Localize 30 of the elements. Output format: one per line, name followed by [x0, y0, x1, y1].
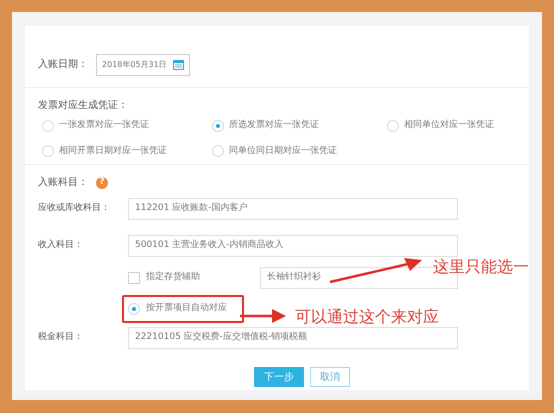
next-button[interactable]: 下一步 — [254, 367, 304, 387]
option-label: 相同单位对应一张凭证 — [404, 119, 494, 132]
date-field[interactable]: 2018年05月31日 — [96, 54, 190, 76]
field-label: 应收或库收科目： — [38, 202, 111, 216]
text-field[interactable]: 500101 主营业务收入-内销商品收入 — [128, 235, 458, 257]
annotation-text: 可以通过这个来对应 — [295, 306, 439, 328]
calendar-icon — [173, 59, 184, 70]
checkbox[interactable] — [128, 272, 140, 284]
option-label: 按开票项目自动对应 — [146, 302, 227, 316]
radio-button[interactable] — [42, 145, 54, 158]
date-value: 2018年05月31日 — [102, 58, 167, 70]
field-label: 入账科目： — [38, 176, 88, 190]
radio-button[interactable] — [42, 120, 54, 132]
field-label: 发票对应生成凭证： — [38, 98, 129, 113]
option-label: 一张发票对应一张凭证 — [59, 119, 149, 132]
option-label: 同单位同日期对应一张凭证 — [229, 144, 337, 158]
text-field[interactable]: 22210105 应交税费-应交增值税-销项税额 — [128, 327, 458, 349]
option-label: 所选发票对应一张凭证 — [229, 119, 319, 132]
field-label: 税金科目： — [38, 331, 84, 344]
radio-button[interactable] — [212, 120, 224, 132]
help-icon[interactable]: ? — [96, 176, 108, 188]
radio-button[interactable] — [387, 120, 399, 132]
option-label: 相同开票日期对应一张凭证 — [59, 144, 167, 158]
cancel-button[interactable]: 取消 — [310, 367, 350, 387]
radio-button[interactable] — [212, 145, 224, 158]
field-label: 入账日期： — [38, 58, 89, 72]
text-field[interactable]: 112201 应收账款-国内客户 — [128, 198, 458, 220]
radio-button[interactable] — [128, 303, 140, 315]
checkbox-label: 指定存货辅助 — [146, 271, 200, 284]
field-label: 收入科目： — [38, 239, 84, 252]
